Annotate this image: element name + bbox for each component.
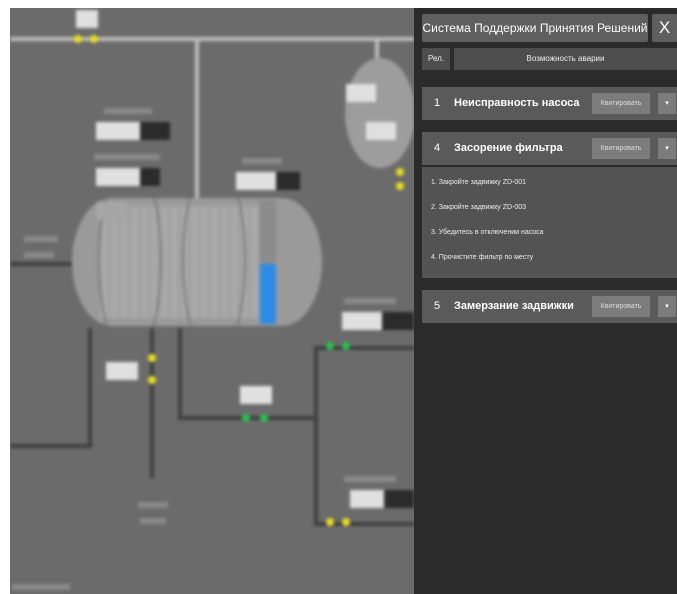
action-step: 2. Закройте задвижку ZD-003 — [431, 204, 527, 211]
value-box — [96, 202, 128, 220]
separator-vessel — [345, 58, 414, 168]
action-step: 4. Прочистите фильтр по месту — [431, 254, 534, 261]
unit-box — [382, 312, 414, 330]
acknowledge-button[interactable]: Квитировать — [592, 138, 650, 159]
app-frame: Система Поддержки Принятия Решений X Рел… — [10, 8, 677, 594]
value-box — [350, 490, 384, 508]
chevron-down-icon[interactable]: ▾ — [658, 93, 676, 114]
pipe — [10, 444, 90, 448]
value-box — [106, 362, 138, 380]
alarm-row[interactable]: 4 Засорение фильтра Квитировать ▾ — [422, 132, 677, 165]
valve-icon — [396, 182, 404, 190]
valve-icon — [326, 518, 334, 526]
pressure-value — [96, 122, 140, 140]
alarm-row[interactable]: 1 Неисправность насоса Квитировать ▾ — [422, 87, 677, 120]
alarm-number: 4 — [434, 142, 441, 154]
acknowledge-button[interactable]: Квитировать — [592, 296, 650, 317]
valve-icon — [396, 168, 404, 176]
outlet-label — [140, 518, 166, 524]
unit-box — [384, 490, 414, 508]
valve-icon — [326, 342, 334, 350]
close-button[interactable]: X — [652, 14, 677, 42]
pipe — [178, 328, 182, 418]
pressure-label — [344, 476, 396, 482]
decision-support-panel: Система Поддержки Принятия Решений X Рел… — [414, 8, 677, 594]
valve-icon — [260, 414, 268, 422]
pipe — [10, 262, 72, 266]
pressure-label — [104, 108, 152, 114]
value-box — [366, 122, 396, 140]
valve-icon — [148, 376, 156, 384]
pipe — [10, 37, 414, 41]
temperature-value — [96, 168, 140, 186]
level-label — [242, 158, 282, 164]
chevron-down-icon[interactable]: ▾ — [658, 138, 676, 159]
pipe — [314, 346, 318, 526]
value-box — [342, 312, 382, 330]
action-step: 3. Убедитесь в отключении насоса — [431, 229, 544, 236]
outlet-label — [138, 502, 168, 508]
valve-icon — [148, 354, 156, 362]
inlet-label — [24, 252, 54, 258]
level-gauge-fill — [260, 264, 276, 324]
pressure-unit — [140, 122, 170, 140]
value-box — [240, 386, 272, 404]
valve-icon — [342, 342, 350, 350]
level-value — [236, 172, 276, 190]
alarm-title: Неисправность насоса — [454, 97, 580, 109]
alarm-number: 5 — [434, 300, 441, 312]
chevron-down-icon[interactable]: ▾ — [658, 296, 676, 317]
pipe — [88, 328, 92, 448]
acknowledge-button[interactable]: Квитировать — [592, 93, 650, 114]
process-diagram-background — [10, 8, 414, 594]
alarm-title: Засорение фильтра — [454, 142, 563, 154]
temperature-label — [94, 154, 160, 160]
valve-icon — [242, 414, 250, 422]
valve-icon — [342, 518, 350, 526]
temperature-unit — [140, 168, 160, 186]
alarm-number: 1 — [434, 97, 441, 109]
action-steps-list: 1. Закройте задвижку ZD-001 2. Закройте … — [422, 167, 677, 278]
pressure-label — [344, 298, 396, 304]
tank-coil — [182, 198, 246, 326]
valve-icon — [90, 35, 98, 43]
pipe — [150, 328, 154, 478]
action-step: 1. Закройте задвижку ZD-001 — [431, 179, 527, 186]
status-label — [12, 584, 70, 590]
level-unit — [276, 172, 300, 190]
valve-icon — [74, 35, 82, 43]
column-header-possibility: Возможность аварии — [454, 48, 677, 70]
alarm-row[interactable]: 5 Замерзание задвижки Квитировать ▾ — [422, 290, 677, 323]
alarm-title: Замерзание задвижки — [454, 300, 574, 312]
pipe — [195, 37, 199, 202]
level-gauge — [260, 200, 276, 324]
inlet-label — [24, 236, 58, 242]
value-box — [76, 10, 98, 28]
panel-title: Система Поддержки Принятия Решений — [422, 14, 648, 42]
value-box — [346, 84, 376, 102]
column-header-rel: Рел. — [422, 48, 450, 70]
